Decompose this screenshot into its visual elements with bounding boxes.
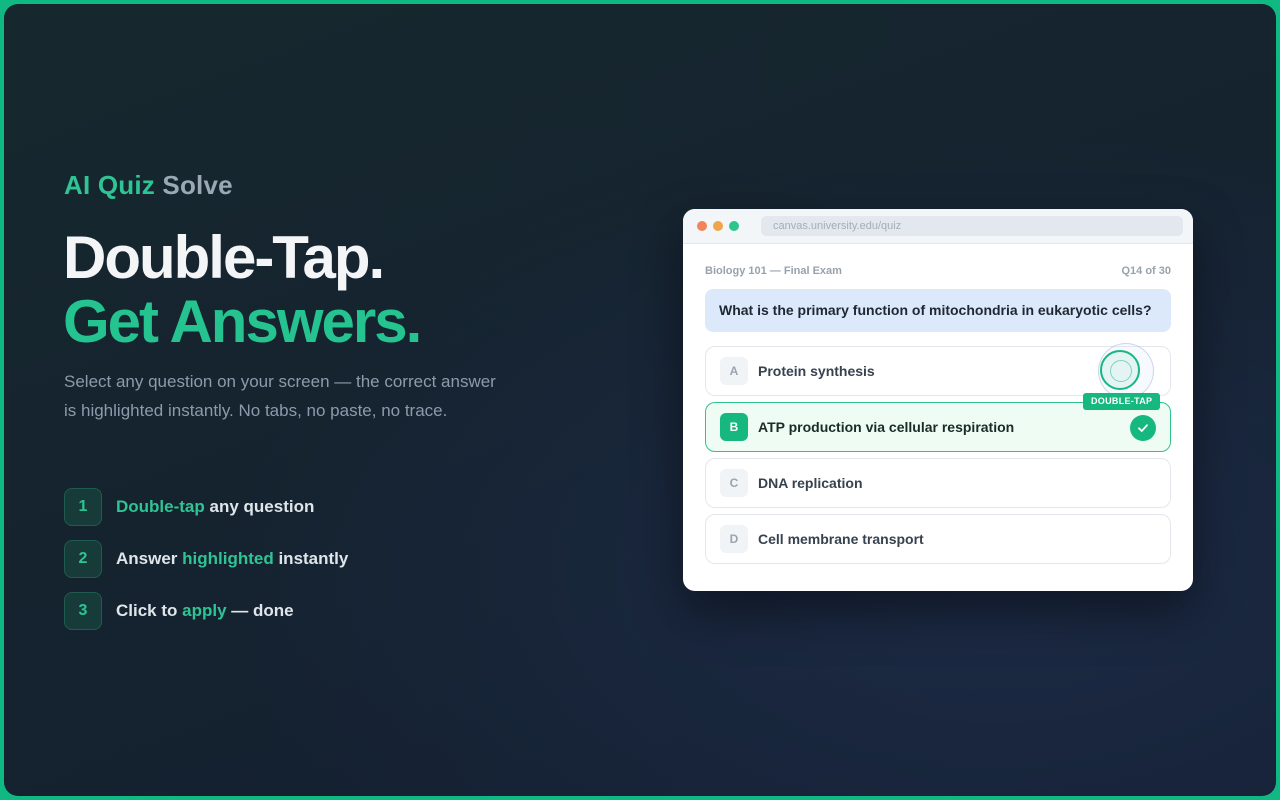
brand-part-solve: Solve: [162, 170, 233, 200]
page-frame: AI Quiz Solve Double-Tap. Get Answers. S…: [4, 4, 1276, 796]
step-text: Double-tap any question: [116, 497, 314, 517]
hero-headline: Double-Tap. Get Answers.: [63, 224, 422, 355]
step-text-highlight: apply: [182, 601, 227, 620]
brand-logo: AI Quiz Solve: [64, 170, 233, 201]
headline-line-2: Get Answers.: [63, 288, 422, 355]
step-text-post: instantly: [273, 549, 349, 568]
quiz-meta: Biology 101 — Final Exam Q14 of 30: [705, 265, 1171, 277]
step-text: Answer highlighted instantly: [116, 549, 348, 569]
option-label: ATP production via cellular respiration: [758, 419, 1015, 435]
step-text-pre: Click to: [116, 601, 183, 620]
step-number-badge: 3: [64, 592, 102, 630]
option-label: DNA replication: [758, 475, 863, 491]
browser-mockup: canvas.university.edu/quiz Biology 101 —…: [683, 209, 1193, 591]
headline-line-1: Double-Tap.: [63, 224, 385, 291]
question-text[interactable]: What is the primary function of mitochon…: [705, 289, 1171, 332]
option-letter: C: [720, 469, 748, 497]
quiz-panel: Biology 101 — Final Exam Q14 of 30 What …: [683, 265, 1193, 564]
address-bar: canvas.university.edu/quiz: [761, 216, 1183, 236]
option-letter: A: [720, 357, 748, 385]
maximize-window-dot: [729, 221, 739, 231]
double-tap-badge: DOUBLE-TAP: [1083, 393, 1161, 410]
option-letter: B: [720, 413, 748, 441]
question-progress: Q14 of 30: [1121, 265, 1171, 277]
steps-list: 1 Double-tap any question 2 Answer highl…: [64, 488, 348, 644]
brand-part-quiz: Quiz: [97, 170, 155, 200]
step-number-badge: 1: [64, 488, 102, 526]
step-text-pre: Answer: [116, 549, 183, 568]
option-label: Cell membrane transport: [758, 531, 924, 547]
brand-part-ai: AI: [64, 170, 91, 200]
tap-target-icon: [1100, 350, 1140, 390]
step-number-badge: 2: [64, 540, 102, 578]
hero-description: Select any question on your screen — the…: [64, 372, 496, 420]
check-icon: [1130, 415, 1156, 441]
step-text-post: any question: [204, 497, 315, 516]
close-window-dot: [697, 221, 707, 231]
course-title: Biology 101 — Final Exam: [705, 265, 842, 277]
option-letter: D: [720, 525, 748, 553]
step-item: 1 Double-tap any question: [64, 488, 348, 526]
step-item: 2 Answer highlighted instantly: [64, 540, 348, 578]
option-label: Protein synthesis: [758, 363, 875, 379]
browser-toolbar: canvas.university.edu/quiz: [683, 209, 1193, 244]
step-item: 3 Click to apply — done: [64, 592, 348, 630]
minimize-window-dot: [713, 221, 723, 231]
answer-option-c[interactable]: C DNA replication: [705, 458, 1171, 508]
step-text-post: — done: [226, 601, 294, 620]
step-text: Click to apply — done: [116, 601, 294, 621]
answer-option-d[interactable]: D Cell membrane transport: [705, 514, 1171, 564]
step-text-highlight: highlighted: [182, 549, 274, 568]
step-text-highlight: Double-tap: [116, 497, 205, 516]
